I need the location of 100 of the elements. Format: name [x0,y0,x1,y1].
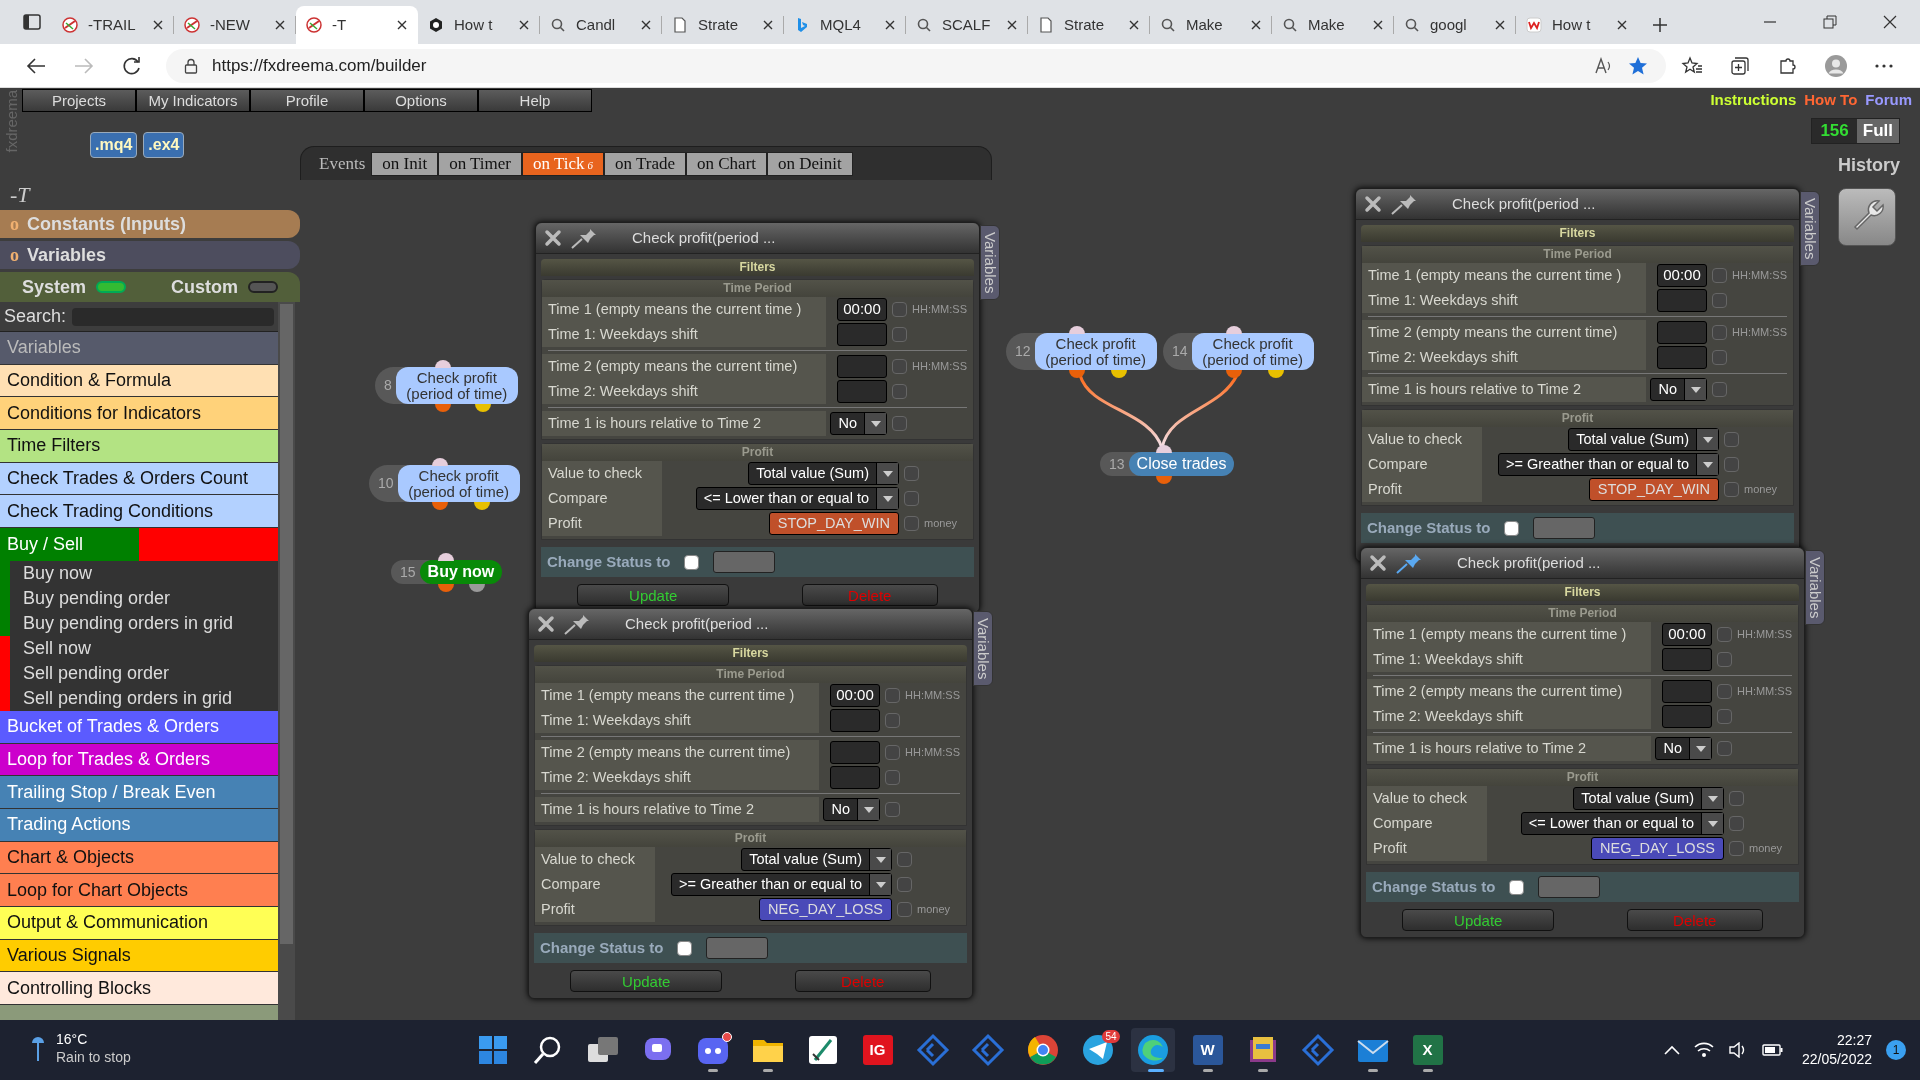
forward-icon[interactable] [74,56,94,75]
dropdown[interactable]: <= Lower than or equal to [695,487,899,510]
block-item[interactable]: Sell pending orders in grid [0,685,278,711]
input-field[interactable] [1657,321,1707,344]
browser-tab[interactable]: SCALF [906,6,1028,44]
close-icon[interactable] [762,19,774,31]
block-item[interactable]: Buy pending orders in grid [0,610,278,636]
output-port[interactable] [1268,370,1285,378]
checkbox[interactable] [1717,741,1732,756]
section-bar[interactable]: o Variables [0,241,300,269]
checkbox[interactable] [892,302,907,317]
variable-chip[interactable]: NEG_DAY_LOSS [759,898,892,921]
checkbox[interactable] [684,554,700,570]
dropdown[interactable]: Total value (Sum) [741,848,892,871]
checkbox[interactable] [1724,432,1739,447]
close-icon[interactable] [1616,19,1628,31]
category-item[interactable]: Chart & Objects [0,841,278,875]
checkbox[interactable] [885,770,900,785]
help-link[interactable]: Forum [1865,88,1912,112]
menu-button[interactable]: Options [364,88,478,112]
checkbox[interactable] [1717,652,1732,667]
event-tab[interactable]: on Timer [438,151,523,176]
category-item[interactable]: Loop for Trades & Orders [0,743,278,777]
checkbox[interactable] [1729,816,1744,831]
refresh-icon[interactable] [122,55,142,76]
close-icon[interactable] [518,19,530,31]
checkbox[interactable] [1509,879,1525,895]
close-icon[interactable] [1372,19,1384,31]
checkbox[interactable] [885,713,900,728]
input-field[interactable]: 00:00 [1657,264,1707,287]
browser-tab[interactable]: -TRAIL [52,6,174,44]
restore-icon[interactable] [1823,15,1837,29]
back-icon[interactable] [26,56,46,75]
flow-block[interactable]: Check profit (period of time) [395,367,518,404]
category-item[interactable]: Various Signals [0,939,278,973]
checkbox[interactable] [885,802,900,817]
browser-tab[interactable]: How t [418,6,540,44]
checkbox[interactable] [897,852,912,867]
variable-chip[interactable]: NEG_DAY_LOSS [1591,837,1724,860]
dropdown[interactable]: <= Lower than or equal to [1520,812,1724,835]
dropdown[interactable]: Total value (Sum) [1568,428,1719,451]
menu-button[interactable]: My Indicators [136,88,250,112]
flow-block[interactable]: Buy now [419,560,503,584]
checkbox[interactable] [677,940,693,956]
checkbox[interactable] [1729,841,1744,856]
category-item[interactable]: Time Filters [0,430,278,463]
input-field[interactable] [1662,648,1712,671]
checkbox[interactable] [885,745,900,760]
dropdown[interactable]: No [1650,378,1707,401]
browser-tab[interactable]: How t [1516,6,1638,44]
close-icon[interactable] [396,19,408,31]
event-tab[interactable]: on Chart [686,151,768,176]
output-port[interactable] [1156,476,1173,484]
input-port[interactable] [1156,445,1173,453]
input-port[interactable] [1069,326,1086,334]
browser-tab[interactable]: MQL4 [784,6,906,44]
wifi-icon[interactable] [1693,1042,1714,1058]
flow-block[interactable]: Close trades [1128,452,1235,476]
checkbox[interactable] [1724,482,1739,497]
category-item[interactable]: Check Trades & Orders Count [0,462,278,496]
collections-icon[interactable] [1730,55,1750,76]
taskbar-button[interactable]: W [1185,1028,1230,1072]
checkbox[interactable] [1712,293,1727,308]
input-field[interactable] [830,766,880,789]
dropdown[interactable]: Total value (Sum) [1573,787,1724,810]
close-icon[interactable] [1494,19,1506,31]
category-item[interactable]: Conditions for Indicators [0,397,278,431]
close-icon[interactable] [1369,554,1387,572]
checkbox[interactable] [892,359,907,374]
category-item[interactable]: Controlling Blocks [0,972,278,1005]
browser-tab[interactable]: Make [1272,6,1394,44]
tools-button[interactable] [1838,188,1896,246]
clock[interactable]: 22:27 22/05/2022 [1801,1031,1872,1069]
variables-tab[interactable]: Variables [980,225,1000,301]
browser-tab[interactable]: Make [1150,6,1272,44]
checkbox[interactable] [897,902,912,917]
category-item[interactable]: Bucket of Trades & Orders [0,710,278,744]
menu-button[interactable]: Profile [250,88,364,112]
close-icon[interactable] [1364,195,1382,213]
output-port[interactable] [1226,370,1243,378]
taskbar-button[interactable]: 54 [1075,1028,1120,1072]
pin-icon[interactable] [563,613,591,635]
event-tab[interactable]: on Deinit [767,151,853,176]
output-port[interactable] [468,584,485,592]
block-item[interactable]: Buy pending order [0,585,278,611]
close-icon[interactable] [544,229,562,247]
close-icon[interactable] [152,19,164,31]
taskbar-button[interactable] [1130,1028,1175,1072]
variable-chip[interactable]: STOP_DAY_WIN [1588,478,1719,501]
output-port[interactable] [432,502,449,510]
close-icon[interactable] [1250,19,1262,31]
variables-tab[interactable]: Variables [973,611,993,687]
checkbox[interactable] [904,466,919,481]
help-link[interactable]: Instructions [1710,88,1797,112]
variables-tab[interactable]: Variables [1805,550,1825,626]
checkbox[interactable] [1717,684,1732,699]
favorites-icon[interactable] [1681,55,1703,76]
category-item[interactable]: Trading Actions [0,808,278,842]
dropdown[interactable]: No [823,798,880,821]
checkbox[interactable] [1504,520,1520,536]
